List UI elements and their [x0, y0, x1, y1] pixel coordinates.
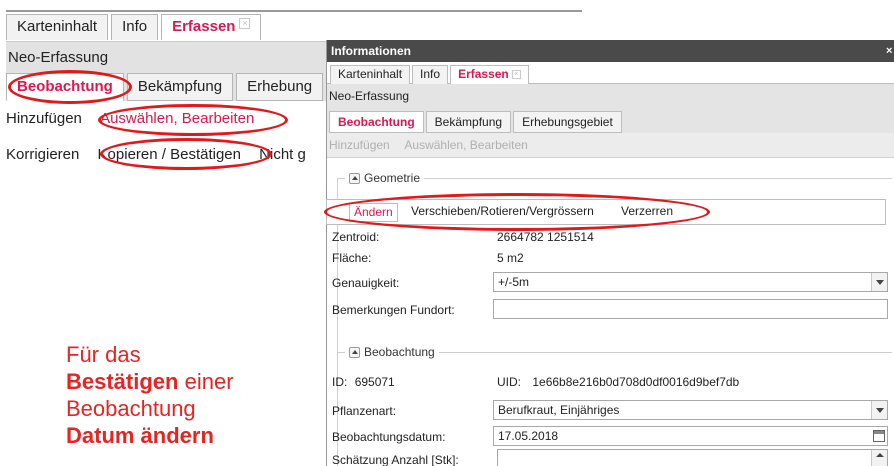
subtab-bekaempfung[interactable]: Bekämpfung	[126, 73, 234, 101]
aendern-button[interactable]: Ändern	[349, 203, 398, 222]
dialog-tab-karteninhalt[interactable]: Karteninhalt	[330, 65, 411, 84]
dialog-subtabs: Beobachtung Bekämpfung Erhebungsgebiet	[327, 111, 894, 133]
pflanzenart-value: Berufkraut, Einjähriges	[498, 403, 620, 417]
annotation-line4: Datum ändern	[66, 422, 316, 449]
beobachtung-legend[interactable]: Beobachtung	[345, 344, 439, 360]
dialog-auswaehlen-button: Auswählen, Bearbeiten	[404, 138, 528, 152]
flaeche-label: Fläche:	[332, 251, 372, 265]
id-value: 695071	[354, 375, 395, 389]
spinner-icon[interactable]	[871, 450, 887, 466]
id-row: ID: 695071	[332, 375, 395, 389]
datum-field[interactable]: 17.05.2018	[493, 426, 888, 446]
tab-erfassen[interactable]: Erfassen ×	[161, 14, 262, 40]
background-subtabs: Beobachtung Bekämpfung Erhebung	[6, 73, 336, 101]
dialog-tabbar: Karteninhalt Info Erfassen ×	[327, 62, 894, 84]
geometrie-legend[interactable]: Geometrie	[345, 170, 425, 186]
dialog-subtab-erhebungsgebiet[interactable]: Erhebungsgebiet	[513, 111, 622, 133]
hinzufuegen-button[interactable]: Hinzufügen	[6, 110, 82, 127]
kopieren-bestaetigen-button[interactable]: Kopieren / Bestätigen	[98, 146, 241, 163]
subtab-erhebung[interactable]: Erhebung	[236, 73, 324, 101]
dialog-subtab-beobachtung[interactable]: Beobachtung	[329, 111, 424, 133]
korrigieren-button[interactable]: Korrigieren	[6, 146, 79, 163]
bemerkungen-field[interactable]	[493, 299, 888, 319]
collapse-icon[interactable]	[349, 172, 360, 184]
datum-label: Beobachtungsdatum:	[332, 430, 446, 444]
top-divider	[6, 10, 582, 12]
auswaehlen-bearbeiten-button[interactable]: Auswählen, Bearbeiten	[100, 110, 254, 127]
beobachtung-legend-label: Beobachtung	[364, 345, 435, 359]
close-tab-icon[interactable]: ×	[511, 70, 521, 79]
tab-info[interactable]: Info	[111, 14, 159, 40]
annotation-bold-bestaetigen: Bestätigen	[66, 369, 179, 394]
nicht-gefunden-button[interactable]: Nicht g	[259, 146, 306, 163]
zentroid-value: 2664782 1251514	[497, 230, 594, 244]
section-header: Neo-Erfassung	[6, 41, 336, 73]
annotation-text: Für das Bestätigen einer Beobachtung Dat…	[66, 341, 316, 449]
dialog-section-header: Neo-Erfassung	[327, 84, 894, 111]
background-toolbar-row1: Hinzufügen Auswählen, Bearbeiten	[6, 110, 264, 127]
dialog-titlebar[interactable]: Informationen ×	[327, 40, 894, 62]
calendar-icon[interactable]	[873, 430, 885, 442]
background-tabbar: Karteninhalt Info Erfassen ×	[6, 14, 264, 40]
uid-label: UID:	[497, 375, 521, 389]
dialog-tab-info[interactable]: Info	[412, 65, 449, 84]
datum-value: 17.05.2018	[498, 429, 559, 443]
dialog-tab-erfassen-label: Erfassen	[458, 67, 509, 81]
genauigkeit-value: +/-5m	[498, 275, 530, 289]
dialog-toolbar: Hinzufügen Auswählen, Bearbeiten	[327, 133, 894, 158]
verzerren-button[interactable]: Verzerren	[617, 203, 677, 222]
tab-erfassen-label: Erfassen	[172, 18, 236, 35]
background-toolbar-row2: Korrigieren Kopieren / Bestätigen Nicht …	[6, 146, 316, 163]
geometrie-legend-label: Geometrie	[364, 171, 421, 185]
bemerkungen-label: Bemerkungen Fundort:	[332, 303, 455, 317]
annotation-line2: Bestätigen einer	[66, 368, 316, 395]
dialog-tab-erfassen[interactable]: Erfassen ×	[450, 65, 529, 84]
flaeche-value: 5 m2	[497, 251, 524, 265]
uid-value: 1e66b8e216b0d708d0df0016d9bef7db	[532, 375, 740, 389]
anzahl-label: Schätzung Anzahl [Stk]:	[332, 453, 459, 466]
genauigkeit-select[interactable]: +/-5m	[493, 272, 888, 292]
dialog-subtab-bekaempfung[interactable]: Bekämpfung	[425, 111, 512, 133]
dialog-title: Informationen	[331, 44, 411, 58]
id-label: ID:	[332, 375, 348, 389]
verschieben-button[interactable]: Verschieben/Rotieren/Vergrössern	[407, 203, 598, 222]
collapse-icon[interactable]	[349, 346, 360, 358]
annotation-line3: Beobachtung	[66, 396, 196, 421]
anzahl-field[interactable]	[497, 449, 888, 466]
annotation-line2-rest: einer	[178, 369, 234, 394]
uid-row: UID: 1e66b8e216b0d708d0df0016d9bef7db	[497, 375, 739, 389]
close-icon[interactable]: ×	[886, 43, 894, 59]
pflanzenart-label: Pflanzenart:	[332, 404, 397, 418]
zentroid-label: Zentroid:	[332, 230, 380, 244]
annotation-line1: Für das	[66, 342, 141, 367]
chevron-down-icon[interactable]	[871, 273, 887, 291]
pflanzenart-select[interactable]: Berufkraut, Einjähriges	[493, 400, 888, 420]
chevron-down-icon[interactable]	[871, 401, 887, 419]
close-tab-icon[interactable]: ×	[239, 18, 251, 29]
geometrie-toolbar: Ändern Verschieben/Rotieren/Vergrössern …	[326, 199, 886, 225]
tab-karteninhalt[interactable]: Karteninhalt	[6, 14, 109, 40]
subtab-beobachtung[interactable]: Beobachtung	[6, 73, 124, 101]
annotation-bold-datum: Datum ändern	[66, 423, 214, 448]
dialog-hinzufuegen-button: Hinzufügen	[329, 138, 390, 152]
genauigkeit-label: Genauigkeit:	[332, 276, 400, 290]
